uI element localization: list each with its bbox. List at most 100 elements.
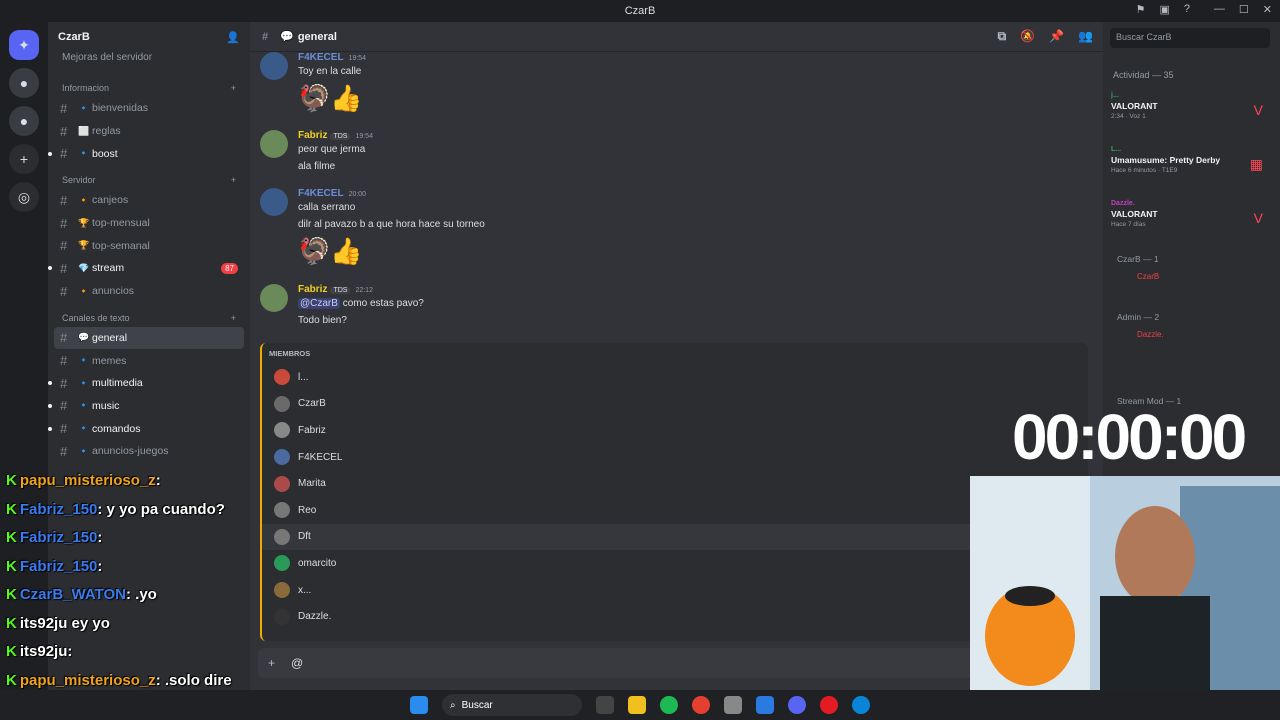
activity-user: j... [1111, 92, 1119, 99]
unread-dot [48, 426, 52, 431]
member-option[interactable]: Fabriz [262, 417, 1088, 444]
chat-message[interactable]: Fabriz TDS 19:54 peor que jerma ala filme [260, 130, 1090, 175]
message-author[interactable]: Fabriz [298, 130, 327, 141]
channel-item[interactable]: # 🔹 anuncios-juegos [48, 440, 250, 463]
message-input[interactable]: @ [291, 656, 303, 670]
channel-emoji: 🔹 [78, 423, 90, 434]
unread-dot [48, 403, 52, 408]
channel-emoji: 🔹 [78, 102, 90, 113]
channel-category[interactable]: Servidor + [48, 165, 250, 189]
member-option[interactable]: omarcito [262, 550, 1088, 577]
screen-icon[interactable]: ▣ [1159, 3, 1169, 16]
member-option[interactable]: Reo [262, 497, 1088, 524]
maximize-icon[interactable]: ☐ [1239, 3, 1249, 16]
avatar [274, 369, 290, 386]
message-author[interactable]: F4KECEL [298, 188, 344, 199]
channel-item[interactable]: # 🔸 anuncios [48, 280, 250, 303]
mute-icon[interactable]: 🔕 [1020, 29, 1035, 44]
spotify-icon[interactable] [660, 696, 678, 714]
discord-home-icon[interactable]: ✦ [9, 30, 39, 60]
channel-category[interactable]: Canales de texto + [48, 303, 250, 327]
avatar[interactable] [260, 52, 288, 80]
channel-item[interactable]: # 🏆 top-mensual [48, 212, 250, 235]
channel-item[interactable]: # 🔹 comandos [48, 417, 250, 440]
channel-item[interactable]: # ⬜ reglas [48, 120, 250, 143]
channel-item[interactable]: # 🔹 bienvenidas [48, 97, 250, 120]
avatar[interactable] [260, 284, 288, 312]
threads-icon[interactable]: ⧉ [998, 29, 1007, 44]
invite-icon[interactable]: 👤 [226, 31, 240, 44]
member-option[interactable]: x... [262, 577, 1088, 604]
inbox-icon[interactable]: ⚑ [1136, 3, 1146, 16]
avatar [274, 449, 290, 466]
server-header[interactable]: CzarB 👤 [48, 22, 250, 52]
member-option[interactable]: CzarB [262, 391, 1088, 418]
channel-item[interactable]: # 🔹 memes [48, 349, 250, 372]
channel-item[interactable]: # 🔹 music [48, 395, 250, 418]
settings-icon[interactable] [724, 696, 742, 714]
message-text: calla serrano [298, 202, 356, 213]
file-explorer-icon[interactable] [628, 696, 646, 714]
activity-title: Actividad — 35 [1113, 70, 1174, 80]
add-channel-icon[interactable]: + [231, 175, 236, 185]
members-icon[interactable]: 👥 [1078, 29, 1093, 44]
member-option[interactable]: Dazzle. [262, 603, 1088, 630]
chat-message[interactable]: Fabriz TDS 22:12 @CzarB como estas pavo? Tod… [260, 284, 1090, 329]
discord-icon[interactable] [788, 696, 806, 714]
close-icon[interactable]: ✕ [1263, 3, 1272, 16]
hash-icon: # [60, 375, 68, 391]
opera-icon[interactable] [820, 696, 838, 714]
message-composer[interactable]: + @ [258, 648, 1088, 678]
chrome-icon[interactable] [692, 696, 710, 714]
role-member[interactable]: Dazzle. [1137, 330, 1164, 339]
server-boosts[interactable]: Mejoras del servidor [48, 52, 250, 73]
windows-start-icon[interactable] [410, 696, 428, 714]
minimize-icon[interactable]: — [1214, 3, 1225, 16]
channel-name: top-mensual [92, 217, 150, 230]
activity-card[interactable]: j... VALORANT 2:34 · Voz 1 V [1111, 92, 1275, 120]
hash-icon: # [60, 123, 68, 139]
add-channel-icon[interactable]: + [231, 313, 236, 323]
add-server-icon[interactable]: + [9, 144, 39, 174]
server-list: ✦ ● ● + ◎ [0, 22, 48, 690]
avatar[interactable] [260, 130, 288, 158]
server-search-input[interactable]: Buscar CzarB [1110, 28, 1270, 48]
server-icon[interactable]: ● [9, 106, 39, 136]
member-option[interactable]: Dft [262, 523, 1088, 551]
channel-item[interactable]: # 💬 general [54, 326, 244, 350]
channel-category[interactable]: Informacion + [48, 73, 250, 97]
taskbar-search[interactable]: ⌕ Buscar [442, 694, 582, 716]
user-mention[interactable]: @CzarB [298, 298, 340, 309]
add-channel-icon[interactable]: + [231, 83, 236, 93]
message-author[interactable]: F4KECEL [298, 52, 344, 63]
chat-message[interactable]: F4KECEL 19:54 Toy en la calle 🦃👍 [260, 52, 1090, 116]
help-icon[interactable]: ? [1184, 3, 1190, 16]
channel-name: music [92, 399, 120, 412]
valorant-icon: V [1253, 210, 1263, 226]
edge-icon[interactable] [852, 696, 870, 714]
message-author[interactable]: Fabriz [298, 284, 327, 295]
discover-icon[interactable]: ◎ [9, 182, 39, 212]
chat-message[interactable]: F4KECEL 20:00 calla serrano dilr al pavazo … [260, 188, 1090, 269]
server-icon[interactable]: ● [9, 68, 39, 98]
task-view-icon[interactable] [596, 696, 614, 714]
hash-icon: # [60, 215, 68, 231]
avatar [274, 502, 290, 519]
channel-item[interactable]: # 💎 stream 87 [48, 257, 250, 280]
member-option[interactable]: l... [262, 364, 1088, 391]
channel-item[interactable]: # 🏆 top-semanal [48, 234, 250, 257]
channel-name: bienvenidas [92, 102, 149, 115]
avatar[interactable] [260, 188, 288, 216]
pin-icon[interactable]: 📌 [1049, 29, 1064, 44]
role-member[interactable]: CzarB [1137, 272, 1159, 281]
channel-item[interactable]: # 🔸 canjeos [48, 189, 250, 212]
member-option[interactable]: F4KECEL [262, 444, 1088, 471]
activity-card[interactable]: L... Umamusume: Pretty Derby Hace 6 minu… [1111, 146, 1275, 174]
member-option[interactable]: Marita [262, 470, 1088, 497]
activity-user: L... [1111, 146, 1122, 153]
channel-item[interactable]: # 🔹 multimedia [48, 372, 250, 395]
app-icon[interactable] [756, 696, 774, 714]
channel-item[interactable]: # 🔹 boost [48, 142, 250, 165]
add-attachment-icon[interactable]: + [268, 656, 275, 670]
activity-card[interactable]: Dazzle. VALORANT Hace 7 días V [1111, 200, 1275, 228]
